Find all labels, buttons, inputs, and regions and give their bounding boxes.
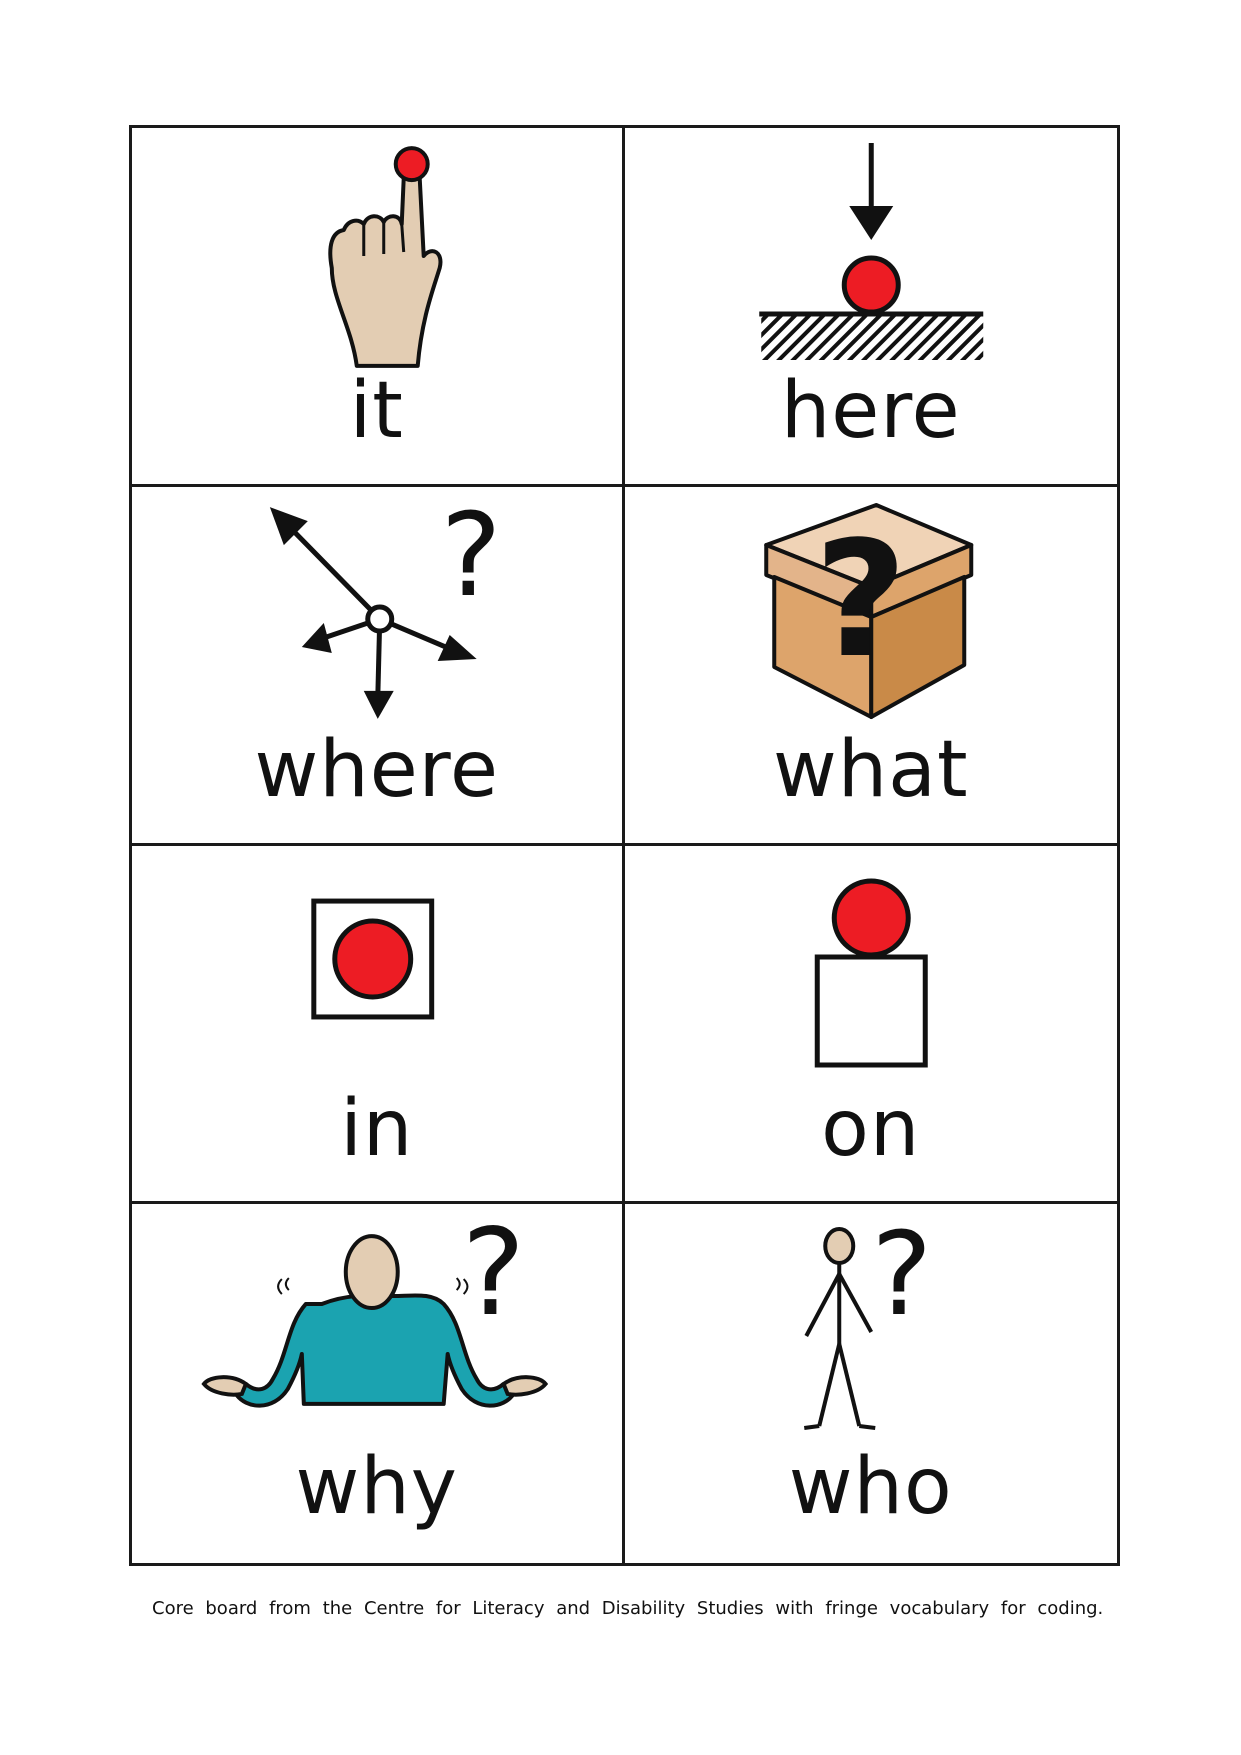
cell-on[interactable]: on bbox=[624, 846, 1118, 1205]
word-label: on bbox=[821, 1083, 921, 1174]
cell-why[interactable]: ? why bbox=[132, 1204, 625, 1563]
cell-here[interactable]: here bbox=[624, 128, 1118, 487]
word-label: in bbox=[340, 1083, 414, 1174]
pointing-finger-icon bbox=[132, 128, 622, 368]
svg-text:?: ? bbox=[462, 1204, 526, 1343]
svg-text:?: ? bbox=[814, 506, 907, 693]
cell-in[interactable]: in bbox=[132, 845, 625, 1205]
word-label: here bbox=[780, 366, 961, 456]
ball-on-box-icon bbox=[625, 846, 1118, 1086]
svg-text:?: ? bbox=[871, 1208, 932, 1342]
word-label: where bbox=[254, 724, 500, 815]
core-board: it here ? where ? what in on ? why ? who bbox=[129, 125, 1120, 1566]
cell-it[interactable]: it bbox=[132, 128, 625, 487]
ball-in-square-icon bbox=[132, 846, 622, 1086]
cell-where[interactable]: ? where bbox=[132, 486, 625, 846]
shrugging-person-icon: ? bbox=[132, 1204, 622, 1444]
stick-person-question-icon: ? bbox=[625, 1204, 1118, 1444]
word-label: who bbox=[788, 1442, 953, 1533]
question-box-icon: ? bbox=[625, 487, 1118, 727]
svg-text:?: ? bbox=[441, 489, 502, 623]
word-label: it bbox=[349, 366, 404, 456]
cell-what[interactable]: ? what bbox=[624, 487, 1118, 846]
footnote: Core board from the Centre for Literacy … bbox=[152, 1598, 1104, 1619]
word-label: what bbox=[772, 724, 969, 815]
directions-question-icon: ? bbox=[132, 487, 622, 727]
arrow-down-to-ball-icon bbox=[625, 128, 1118, 368]
word-label: why bbox=[295, 1442, 458, 1533]
cell-who[interactable]: ? who bbox=[625, 1204, 1118, 1563]
